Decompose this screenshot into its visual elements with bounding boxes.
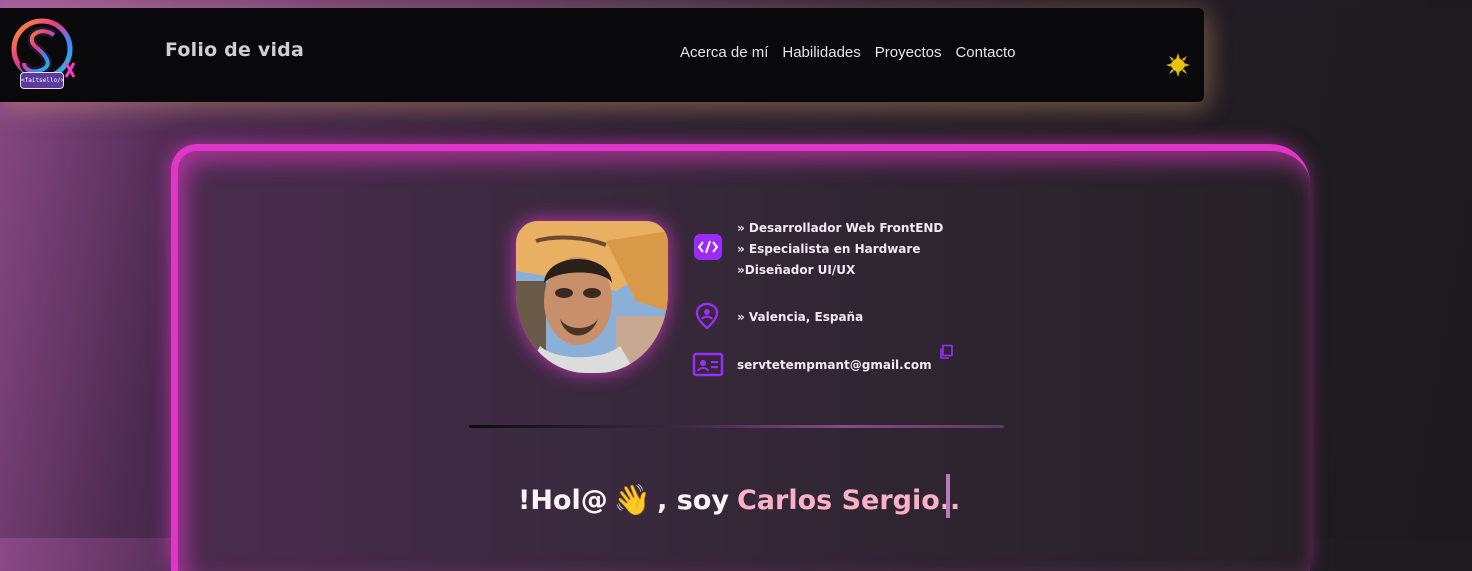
code-icon <box>693 233 723 265</box>
navbar: <faitsello/> Folio de vida Acerca de mí … <box>0 8 1204 102</box>
hero-greeting: !Hol@ 👋 , soy Carlos Sergio.. <box>518 478 960 522</box>
nav-link-projects[interactable]: Proyectos <box>875 44 942 61</box>
greeting-prefix: !Hol@ <box>518 484 608 516</box>
greeting-mid: , soy <box>657 484 729 516</box>
section-divider <box>469 425 1004 428</box>
location-pin-icon <box>695 302 719 334</box>
location-text: » Valencia, España <box>737 310 864 324</box>
role-item: » Especialista en Hardware <box>737 242 921 256</box>
nav-link-skills[interactable]: Habilidades <box>782 44 860 61</box>
profile-photo <box>516 221 668 373</box>
email-text: servtetempmant@gmail.com <box>737 358 932 372</box>
brand-title[interactable]: Folio de vida <box>165 39 304 61</box>
waving-hand-icon: 👋 <box>613 482 652 518</box>
top-gradient-strip <box>0 0 1472 8</box>
contact-card-icon <box>692 350 724 382</box>
logo-tag: <faitsello/> <box>20 72 64 89</box>
nav-link-about[interactable]: Acerca de mí <box>680 44 768 61</box>
hero-name: Carlos Sergio.. <box>736 484 961 516</box>
roles-list: » Desarrollador Web FrontEND » Especiali… <box>737 218 943 281</box>
sun-icon[interactable] <box>1166 53 1190 77</box>
nav-links: Acerca de mí Habilidades Proyectos Conta… <box>680 44 1030 61</box>
role-item: » Desarrollador Web FrontEND <box>737 221 944 235</box>
nav-link-contact[interactable]: Contacto <box>955 44 1015 61</box>
typing-cursor <box>946 474 950 518</box>
copy-icon[interactable] <box>938 344 954 364</box>
role-item: »Diseñador UI/UX <box>737 263 856 277</box>
